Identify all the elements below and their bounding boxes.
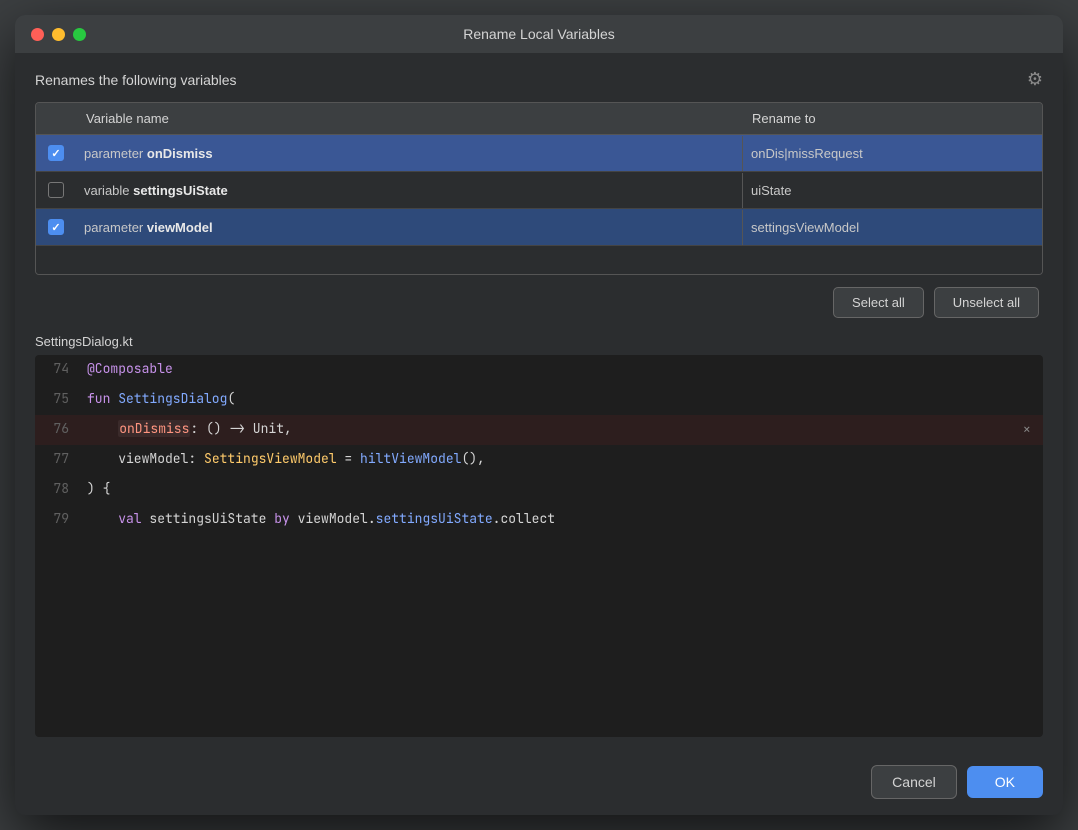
settings-state: settingsUiState	[149, 510, 274, 527]
type-settings: SettingsViewModel	[204, 450, 337, 467]
code-line-78: 78 ) {	[35, 475, 1043, 505]
line-content-79: val settingsUiState by viewModel.setting…	[79, 505, 1043, 535]
ok-button[interactable]: OK	[967, 766, 1043, 798]
colon-76: : () -> Unit,	[190, 420, 291, 437]
gear-icon[interactable]: ⚙	[1027, 69, 1043, 90]
line-num-75: 75	[35, 385, 79, 415]
var-name-cell-2: variable settingsUiState	[76, 173, 742, 208]
kw-fun: fun	[87, 390, 118, 407]
code-filename: SettingsDialog.kt	[35, 334, 1043, 349]
traffic-lights	[31, 28, 86, 41]
paren-open: (	[227, 390, 235, 407]
select-buttons-row: Select all Unselect all	[35, 287, 1043, 318]
line-num-79: 79	[35, 505, 79, 535]
select-all-button[interactable]: Select all	[833, 287, 924, 318]
brace-open: ) {	[87, 480, 110, 497]
line-content-78: ) {	[79, 475, 1043, 505]
window-title: Rename Local Variables	[463, 26, 615, 42]
var-name-cell-3: parameter viewModel	[76, 210, 742, 245]
eq-77: =	[337, 450, 360, 467]
type-prefix-1: parameter	[84, 146, 147, 161]
var-bold-3: viewModel	[147, 220, 213, 235]
viewmodel-param: viewModel:	[118, 450, 204, 467]
table-row: parameter onDismiss onDis|missRequest	[36, 135, 1042, 172]
code-line-77: 77 viewModel: SettingsViewModel = hiltVi…	[35, 445, 1043, 475]
line-num-77: 77	[35, 445, 79, 475]
code-line-74: 74 @Composable	[35, 355, 1043, 385]
checkbox-cell-3[interactable]	[36, 209, 76, 245]
checkbox-2[interactable]	[48, 182, 64, 198]
paren-77: (),	[461, 450, 484, 467]
line-content-77: viewModel: SettingsViewModel = hiltViewM…	[79, 445, 1043, 475]
line-content-76: onDismiss: () -> Unit,	[79, 415, 1043, 445]
dialog-body: Renames the following variables ⚙ Variab…	[15, 53, 1063, 753]
maximize-button[interactable]	[73, 28, 86, 41]
hilt-fn: hiltViewModel	[360, 450, 461, 467]
checkbox-3[interactable]	[48, 219, 64, 235]
minimize-button[interactable]	[52, 28, 65, 41]
rename-cell-2[interactable]: uiState	[742, 173, 1042, 208]
col-variable-name: Variable name	[76, 103, 742, 134]
variable-table: Variable name Rename to parameter onDism…	[35, 102, 1043, 275]
checkbox-cell-1[interactable]	[36, 135, 76, 171]
header-row: Renames the following variables ⚙	[35, 69, 1043, 90]
line-num-76: 76	[35, 415, 79, 445]
unselect-all-button[interactable]: Unselect all	[934, 287, 1039, 318]
kw-val: val	[118, 510, 149, 527]
code-section: SettingsDialog.kt 74 @Composable 75 fun …	[35, 334, 1043, 737]
table-header: Variable name Rename to	[36, 103, 1042, 135]
line-num-74: 74	[35, 355, 79, 385]
code-block: 74 @Composable 75 fun SettingsDialog( 76	[35, 355, 1043, 737]
collect-ref: .collect	[493, 510, 555, 527]
annotation-composable: @Composable	[87, 360, 173, 377]
type-prefix-3: parameter	[84, 220, 147, 235]
line-content-74: @Composable	[79, 355, 1043, 385]
col-rename-to: Rename to	[742, 103, 1042, 134]
dialog-footer: Cancel OK	[15, 753, 1063, 815]
indent-79	[87, 510, 118, 527]
indent-76	[87, 420, 118, 437]
section-label: Renames the following variables	[35, 72, 237, 88]
type-prefix-2: variable	[84, 183, 133, 198]
close-button[interactable]	[31, 28, 44, 41]
table-row: variable settingsUiState uiState	[36, 172, 1042, 209]
fn-name: SettingsDialog	[118, 390, 227, 407]
code-line-75: 75 fun SettingsDialog(	[35, 385, 1043, 415]
var-bold-1: onDismiss	[147, 146, 213, 161]
var-name-cell-1: parameter onDismiss	[76, 136, 742, 171]
checkbox-1[interactable]	[48, 145, 64, 161]
settings-ref: settingsUiState	[376, 510, 493, 527]
viewmodel-ref: viewModel.	[298, 510, 376, 527]
line-content-75: fun SettingsDialog(	[79, 385, 1043, 415]
close-icon[interactable]: ×	[1023, 421, 1031, 439]
col-checkbox	[36, 103, 76, 134]
code-line-76: 76 onDismiss: () -> Unit, ×	[35, 415, 1043, 445]
table-row: parameter viewModel settingsViewModel	[36, 209, 1042, 246]
var-bold-2: settingsUiState	[133, 183, 228, 198]
empty-row	[36, 246, 1042, 274]
cancel-button[interactable]: Cancel	[871, 765, 957, 799]
code-line-79: 79 val settingsUiState by viewModel.sett…	[35, 505, 1043, 535]
rename-cell-1[interactable]: onDis|missRequest	[742, 136, 1042, 171]
param-ondismiss: onDismiss	[118, 420, 190, 437]
by-kw: by	[274, 510, 297, 527]
checkbox-cell-2[interactable]	[36, 172, 76, 208]
title-bar: Rename Local Variables	[15, 15, 1063, 53]
rename-dialog: Rename Local Variables Renames the follo…	[15, 15, 1063, 815]
indent-77	[87, 450, 118, 467]
rename-cell-3[interactable]: settingsViewModel	[742, 210, 1042, 245]
line-num-78: 78	[35, 475, 79, 505]
